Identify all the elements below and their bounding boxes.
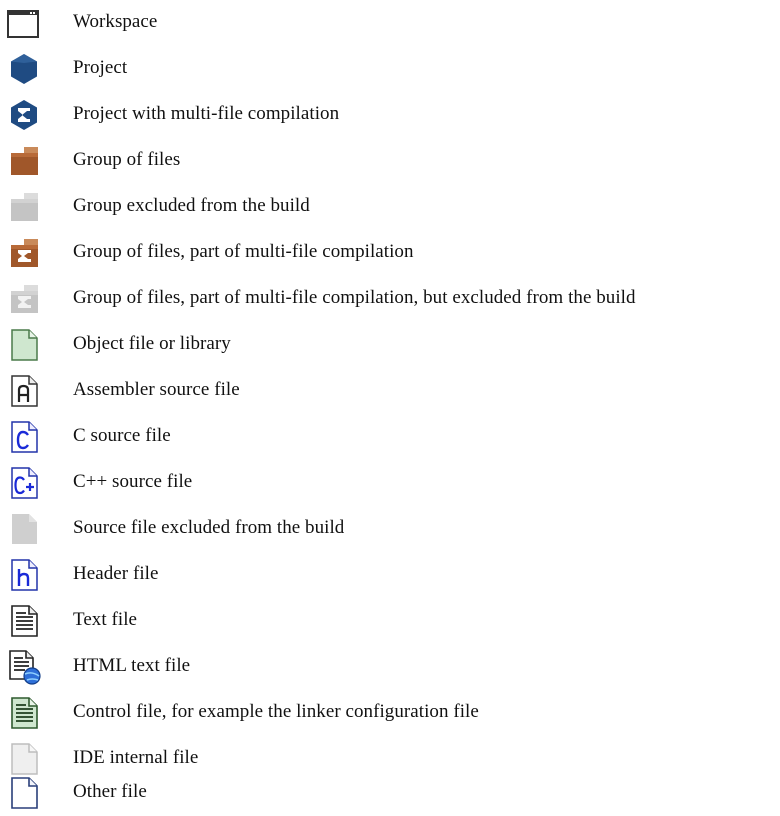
group-icon [6, 143, 42, 179]
legend-row-other-file: Other file [0, 770, 780, 816]
legend-row-c-file: C source file [0, 414, 780, 460]
project-multifile-icon [6, 97, 42, 133]
group-multifile-excluded-icon [6, 281, 42, 317]
legend-row-group-multifile-excluded: Group of files, part of multi-file compi… [0, 276, 780, 322]
legend-row-html-file: HTML text file [0, 644, 780, 690]
c-file-icon [6, 419, 42, 455]
legend-label: Group of files, part of multi-file compi… [73, 241, 414, 262]
legend-label: Project with multi-file compilation [73, 103, 340, 124]
cpp-file-icon [6, 465, 42, 501]
legend-label: C++ source file [73, 471, 193, 492]
legend-row-group-excluded: Group excluded from the build [0, 184, 780, 230]
legend-label: IDE internal file [73, 747, 199, 768]
other-file-icon [6, 775, 42, 811]
legend-row-cpp-file: C++ source file [0, 460, 780, 506]
legend-row-header-file: Header file [0, 552, 780, 598]
legend-row-group: Group of files [0, 138, 780, 184]
legend-label: Group of files, part of multi-file compi… [73, 287, 636, 308]
legend-label: C source file [73, 425, 171, 446]
legend-row-object-file: Object file or library [0, 322, 780, 368]
legend-row-assembler-file: Assembler source file [0, 368, 780, 414]
legend-label: Group of files [73, 149, 181, 170]
legend-row-group-multifile: Group of files, part of multi-file compi… [0, 230, 780, 276]
assembler-file-icon [6, 373, 42, 409]
legend-row-text-file: Text file [0, 598, 780, 644]
legend-row-source-excluded: Source file excluded from the build [0, 506, 780, 552]
project-icon [6, 51, 42, 87]
legend-label: Text file [73, 609, 138, 630]
legend-row-project: Project [0, 46, 780, 92]
legend-label: Group excluded from the build [73, 195, 310, 216]
legend-label: Object file or library [73, 333, 231, 354]
legend-row-control-file: Control file, for example the linker con… [0, 690, 780, 736]
group-excluded-icon [6, 189, 42, 225]
legend-label: Control file, for example the linker con… [73, 701, 479, 722]
control-file-icon [6, 695, 42, 731]
legend-label: Project [73, 57, 128, 78]
source-excluded-icon [6, 511, 42, 547]
group-multifile-icon [6, 235, 42, 271]
legend-label: Workspace [73, 11, 158, 32]
workspace-icon [6, 5, 42, 41]
legend-row-project-multifile: Project with multi-file compilation [0, 92, 780, 138]
legend-label: Assembler source file [73, 379, 240, 400]
object-file-icon [6, 327, 42, 363]
legend-row-workspace: Workspace [0, 0, 780, 46]
legend-label: Header file [73, 563, 159, 584]
html-file-icon [6, 649, 42, 685]
legend-label: HTML text file [73, 655, 191, 676]
legend-label: Other file [73, 781, 147, 802]
text-file-icon [6, 603, 42, 639]
legend-label: Source file excluded from the build [73, 517, 345, 538]
header-file-icon [6, 557, 42, 593]
